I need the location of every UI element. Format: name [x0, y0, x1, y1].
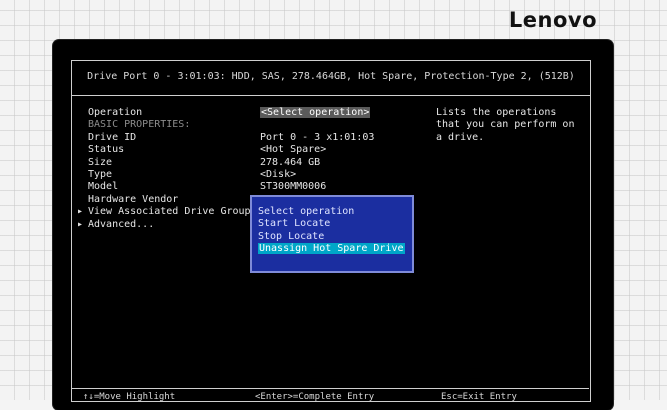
hint-move: ↑↓=Move Highlight — [83, 392, 176, 402]
model-value: ST300MM0006 — [260, 181, 327, 193]
drive-id-label: Drive ID — [88, 131, 137, 143]
view-associated-drive-groups-label: View Associated Drive Groups — [88, 206, 257, 218]
status-value: <Hot Spare> — [260, 144, 327, 156]
hardware-vendor-label: Hardware Vendor — [88, 193, 179, 205]
advanced-label: Advanced... — [88, 218, 155, 230]
option-select-operation[interactable]: Select operation — [258, 206, 405, 218]
size-value: 278.464 GB — [260, 156, 321, 168]
drive-id-value: Port 0 - 3 x1:01:03 — [260, 131, 375, 143]
type-label: Type — [88, 168, 113, 180]
lenovo-logo: Lenovo — [508, 8, 597, 32]
size-label: Size — [88, 156, 113, 168]
hint-enter: <Enter>=Complete Entry — [255, 392, 375, 402]
bios-screen: Drive Port 0 - 3:01:03: HDD, SAS, 278.46… — [53, 40, 613, 410]
help-text: Lists the operations that you can perfor… — [436, 107, 575, 143]
page-title: Drive Port 0 - 3:01:03: HDD, SAS, 278.46… — [87, 71, 575, 82]
submenu-arrow-icon: ▸ — [77, 206, 84, 218]
submenu-arrow-icon: ▸ — [77, 218, 84, 230]
model-label: Model — [88, 181, 119, 193]
title-divider — [72, 95, 590, 96]
option-start-locate[interactable]: Start Locate — [258, 218, 405, 230]
option-stop-locate[interactable]: Stop Locate — [258, 231, 405, 243]
option-unassign-hot-spare-drive[interactable]: Unassign Hot Spare Drive — [258, 243, 405, 255]
operation-dropdown: Select operation Start Locate Stop Locat… — [250, 195, 414, 273]
property-values: <Select operation> Port 0 - 3 x1:01:03 <… — [260, 107, 374, 194]
operation-label[interactable]: Operation — [88, 107, 257, 119]
status-label: Status — [88, 144, 125, 156]
operation-options: Select operation Start Locate Stop Locat… — [258, 206, 405, 256]
advanced-link[interactable]: ▸ Advanced... — [77, 218, 257, 231]
view-associated-drive-groups-link[interactable]: ▸ View Associated Drive Groups — [77, 206, 257, 218]
property-labels: Operation BASIC PROPERTIES: Drive ID Sta… — [77, 107, 257, 231]
basic-properties-heading: BASIC PROPERTIES: — [88, 119, 191, 131]
type-value: <Disk> — [260, 168, 297, 180]
hint-divider — [71, 388, 589, 389]
operation-select[interactable]: <Select operation> — [260, 107, 371, 118]
hint-esc: Esc=Exit Entry — [441, 392, 517, 402]
